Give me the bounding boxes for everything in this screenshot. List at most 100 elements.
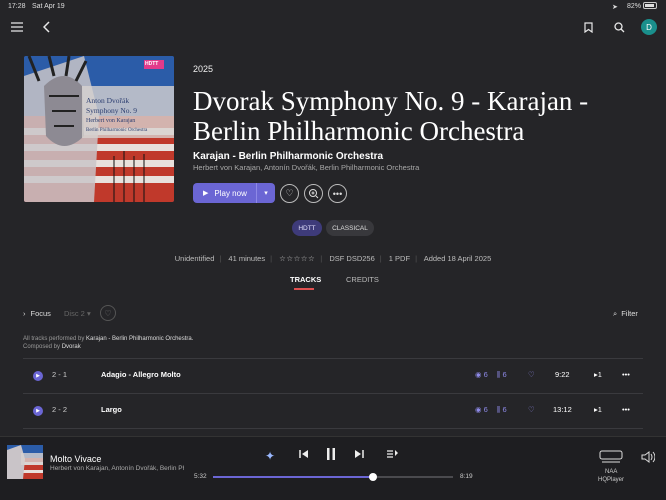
tab-tracks[interactable]: TRACKS bbox=[290, 275, 321, 284]
versions-count[interactable]: ◉ 6 bbox=[475, 405, 488, 414]
play-icon: ▶ bbox=[203, 190, 209, 197]
disc-label: Disc 2 bbox=[64, 309, 85, 318]
tab-active-indicator bbox=[294, 288, 314, 290]
elapsed-time: 5:32 bbox=[194, 473, 207, 480]
heart-icon: ♡ bbox=[104, 308, 112, 318]
heart-icon[interactable]: ♡ bbox=[528, 370, 535, 379]
search-icon[interactable] bbox=[612, 20, 626, 34]
cover-badge: HDTT bbox=[145, 61, 159, 67]
divider bbox=[23, 393, 643, 394]
queue-icon[interactable] bbox=[387, 449, 398, 459]
heart-icon[interactable]: ♡ bbox=[528, 405, 535, 414]
now-playing-artist[interactable]: Herbert von Karajan, Antonín Dvořák, Ber… bbox=[50, 465, 184, 472]
play-options-dropdown[interactable]: ▾ bbox=[256, 183, 275, 203]
play-icon[interactable]: ▶ bbox=[33, 406, 43, 416]
play-icon[interactable]: ▶ bbox=[33, 371, 43, 381]
focus-label: Focus bbox=[30, 309, 51, 318]
libraries-count[interactable]: ⫼ 6 bbox=[497, 405, 507, 415]
versions-count[interactable]: ◉ 6 bbox=[475, 370, 488, 379]
library-icon: ⫼ bbox=[497, 405, 501, 414]
favorite-button[interactable]: ♡ bbox=[280, 184, 299, 203]
track-duration: 13:12 bbox=[553, 405, 572, 414]
track-number: 2 - 1 bbox=[52, 370, 68, 379]
status-date: Sat Apr 19 bbox=[32, 3, 65, 10]
back-icon[interactable] bbox=[40, 20, 54, 34]
track-title[interactable]: Largo bbox=[101, 405, 122, 414]
zone-speaker-icon[interactable] bbox=[599, 450, 623, 464]
status-time: 17:28 bbox=[8, 3, 26, 10]
focus-button[interactable]: › Focus bbox=[23, 309, 51, 318]
cover-label-conductor: Herbert von Karajan bbox=[86, 118, 136, 124]
menu-icon[interactable] bbox=[10, 20, 24, 34]
libraries-count[interactable]: ⫼ 6 bbox=[497, 370, 507, 380]
queue-count[interactable]: ▸1 bbox=[594, 405, 602, 414]
chevron-down-icon: ▾ bbox=[264, 190, 268, 197]
album-cover: Anton Dvořák Symphony No. 9 Herbert von … bbox=[24, 56, 174, 202]
zone-device[interactable]: HQPlayer bbox=[598, 477, 624, 483]
meta-added: Added 18 April 2025 bbox=[423, 254, 492, 263]
tab-credits[interactable]: CREDITS bbox=[346, 275, 379, 284]
divider bbox=[23, 428, 643, 429]
filter-button[interactable]: ⌕ Filter bbox=[613, 309, 638, 319]
disc-selector[interactable]: Disc 2 ▾ bbox=[64, 309, 91, 318]
volume-icon[interactable] bbox=[641, 451, 655, 463]
total-time: 8:19 bbox=[460, 473, 473, 480]
more-dots-icon: ••• bbox=[332, 188, 343, 199]
dsp-sparkle-icon[interactable]: ✦ bbox=[265, 449, 275, 463]
filter-label: Filter bbox=[621, 309, 638, 318]
location-icon: ➤ bbox=[612, 4, 618, 11]
divider bbox=[23, 358, 643, 359]
cover-label-work: Symphony No. 9 bbox=[86, 106, 138, 115]
progress-handle[interactable] bbox=[368, 473, 377, 481]
track-title[interactable]: Adagio - Allegro Molto bbox=[101, 370, 181, 379]
track-number: 2 - 2 bbox=[52, 405, 68, 414]
meta-format: DSF DSD256 bbox=[329, 254, 375, 263]
queue-count[interactable]: ▸1 bbox=[594, 370, 602, 379]
pause-icon[interactable] bbox=[326, 448, 336, 460]
rating-stars[interactable]: ☆☆☆☆☆ bbox=[279, 254, 315, 263]
zone-name[interactable]: NAA bbox=[605, 469, 617, 475]
heart-icon: ♡ bbox=[285, 188, 294, 198]
credits-note: All tracks performed by Karajan - Berlin… bbox=[23, 336, 194, 350]
meta-pdf[interactable]: 1 PDF bbox=[389, 254, 410, 263]
versions-icon: ◉ bbox=[475, 405, 482, 414]
now-playing-title[interactable]: Molto Vivace bbox=[50, 454, 101, 464]
table-row[interactable]: ▶ 2 - 2 Largo ◉ 6 ⫼ 6 ♡ 13:12 ▸1 ••• bbox=[0, 400, 666, 422]
album-title: Dvorak Symphony No. 9 - Karajan - Berlin… bbox=[193, 86, 589, 146]
table-row[interactable]: ▶ 2 - 1 Adagio - Allegro Molto ◉ 6 ⫼ 6 ♡… bbox=[0, 365, 666, 387]
versions-icon: ◉ bbox=[475, 370, 482, 379]
search-icon: ⌕ bbox=[613, 309, 618, 318]
album-sub-artists[interactable]: Herbert von Karajan, Antonín Dvořák, Ber… bbox=[193, 163, 419, 172]
library-icon: ⫼ bbox=[497, 370, 501, 379]
track-more-icon[interactable]: ••• bbox=[622, 405, 630, 414]
play-now-label: Play now bbox=[214, 188, 247, 198]
previous-track-icon[interactable] bbox=[299, 449, 309, 459]
next-track-icon[interactable] bbox=[354, 449, 364, 459]
battery-icon bbox=[643, 2, 657, 9]
meta-duration: 41 minutes bbox=[228, 254, 266, 263]
progress-bar[interactable] bbox=[213, 473, 453, 481]
avatar[interactable]: D bbox=[641, 19, 657, 35]
meta-status: Unidentified bbox=[174, 254, 215, 263]
note-composer[interactable]: Dvorak bbox=[62, 344, 81, 350]
tag-hdtt[interactable]: HDTT bbox=[292, 220, 322, 236]
album-artist[interactable]: Karajan - Berlin Philharmonic Orchestra bbox=[193, 151, 383, 162]
album-meta: Unidentified | 41 minutes | ☆☆☆☆☆ | DSF DSD… bbox=[174, 254, 492, 263]
top-nav: D bbox=[0, 14, 666, 42]
bookmark-icon[interactable] bbox=[581, 20, 595, 34]
battery-percent: 82% bbox=[627, 3, 642, 10]
now-playing-bar: Molto Vivace Herbert von Karajan, Antoní… bbox=[0, 436, 666, 500]
more-options-button[interactable]: ••• bbox=[328, 184, 347, 203]
note-performer[interactable]: Karajan - Berlin Philharmonic Orchestra. bbox=[86, 336, 193, 342]
play-now-button[interactable]: ▶ Play now ▾ bbox=[193, 183, 275, 203]
add-to-library-button[interactable] bbox=[304, 184, 323, 203]
track-more-icon[interactable]: ••• bbox=[622, 370, 630, 379]
now-playing-cover[interactable] bbox=[7, 445, 43, 479]
add-circle-icon bbox=[309, 189, 319, 199]
disc-favorite-button[interactable]: ♡ bbox=[100, 305, 116, 321]
status-bar: 17:28 Sat Apr 19 ➤ 82% bbox=[0, 0, 666, 12]
chevron-down-icon: ▾ bbox=[86, 309, 91, 318]
tag-classical[interactable]: CLASSICAL bbox=[326, 220, 374, 236]
album-year: 2025 bbox=[193, 64, 214, 74]
cover-label-composer: Anton Dvořák bbox=[86, 96, 130, 105]
